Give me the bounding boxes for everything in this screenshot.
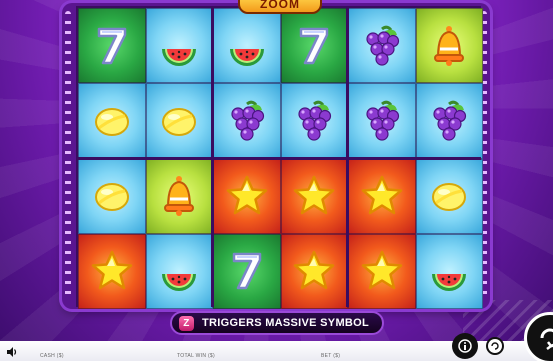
watermelon-icon (224, 23, 270, 69)
reel-cell (415, 158, 483, 234)
watermelon-icon (156, 248, 202, 294)
lemon-icon (426, 173, 472, 219)
reel-cell (348, 233, 416, 309)
autoplay-icon[interactable] (486, 337, 504, 355)
reel-cell (78, 233, 146, 309)
reel-cell (280, 233, 348, 309)
reel-cell (415, 233, 483, 309)
reel-cell (415, 83, 483, 159)
star-icon (359, 173, 405, 219)
cash-label: CASH ($) (40, 353, 64, 359)
game-stage: ZOOM Z TRIGGERS MASSIVE SYMBOL CASH ($) … (0, 0, 553, 361)
lemon-icon (89, 98, 135, 144)
reel-cell (145, 8, 213, 84)
reel-cell (78, 83, 146, 159)
grapes-icon (426, 98, 472, 144)
star-icon (291, 173, 337, 219)
grapes-icon (224, 98, 270, 144)
bet-label: BET ($) (321, 353, 341, 359)
reel-cell (145, 158, 213, 234)
zoom-badge-icon: Z (179, 316, 194, 331)
star-icon (89, 248, 135, 294)
grapes-icon (359, 23, 405, 69)
bell-icon (156, 173, 202, 219)
grapes-icon (359, 98, 405, 144)
reel-cell (145, 83, 213, 159)
total-win-label: TOTAL WIN ($) (177, 353, 215, 359)
seven-icon (89, 23, 135, 69)
reel-cell (213, 83, 281, 159)
reel-cell (280, 158, 348, 234)
reel-cell (78, 8, 146, 84)
reel-cell (348, 158, 416, 234)
block-divider (76, 157, 481, 160)
grapes-icon (291, 98, 337, 144)
reel-cell (78, 158, 146, 234)
reel-cell (415, 8, 483, 84)
info-icon[interactable] (452, 333, 478, 359)
star-icon (359, 248, 405, 294)
frame-lights-left (65, 11, 71, 301)
reel-cell (348, 8, 416, 84)
reel-cell (280, 83, 348, 159)
watermelon-icon (156, 23, 202, 69)
feature-banner-text: TRIGGERS MASSIVE SYMBOL (202, 317, 370, 329)
watermelon-icon (426, 248, 472, 294)
reel-cell (213, 233, 281, 309)
reel-cell (213, 158, 281, 234)
reel-cell (145, 233, 213, 309)
reel-cell (348, 83, 416, 159)
star-icon (291, 248, 337, 294)
game-logo: ZOOM (238, 0, 322, 14)
lemon-icon (156, 98, 202, 144)
lemon-icon (89, 173, 135, 219)
reel-cell (213, 8, 281, 84)
reel-cell (280, 8, 348, 84)
seven-icon (291, 23, 337, 69)
star-icon (224, 173, 270, 219)
seven-icon (224, 248, 270, 294)
speaker-icon[interactable] (6, 345, 18, 357)
feature-banner: Z TRIGGERS MASSIVE SYMBOL (170, 311, 384, 335)
bell-icon (426, 23, 472, 69)
